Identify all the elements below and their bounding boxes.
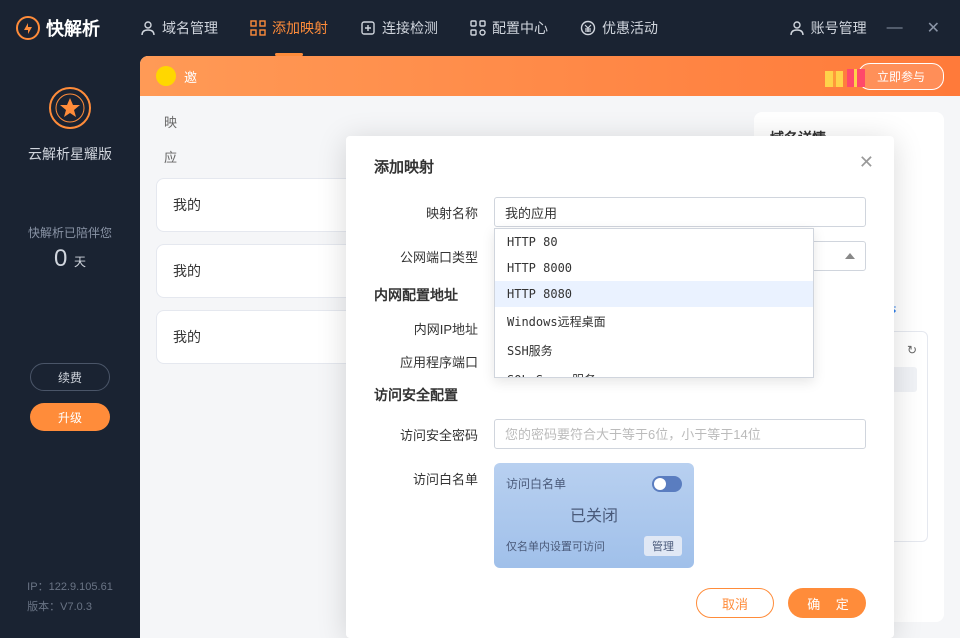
whitelist-head: 访问白名单 — [506, 475, 566, 492]
port-type-dropdown: HTTP 80HTTP 8000HTTP 8080Windows远程桌面SSH服… — [494, 228, 814, 378]
port-option[interactable]: Windows远程桌面 — [495, 307, 813, 336]
topbar: 快解析 域名管理 添加映射 连接检测 配置中心 优惠活动 账号管理 — ✕ — [0, 0, 960, 56]
promo-banner: 邀 立即参与 — [140, 56, 960, 96]
nav-domain[interactable]: 域名管理 — [140, 10, 218, 46]
edition-name: 云解析星耀版 — [28, 144, 112, 164]
user-icon — [140, 20, 156, 36]
yuan-icon — [580, 20, 596, 36]
squares-icon — [470, 20, 486, 36]
tab-mapping[interactable]: 映 — [164, 112, 177, 131]
app-port-label: 应用程序端口 — [374, 352, 494, 371]
port-option[interactable]: SSH服务 — [495, 336, 813, 365]
nav-config[interactable]: 配置中心 — [470, 10, 548, 46]
whitelist-hint: 仅名单内设置可访问 — [506, 538, 605, 554]
account-icon — [789, 20, 805, 36]
nav-conn-test[interactable]: 连接检测 — [360, 10, 438, 46]
add-mapping-modal: 添加映射 ✕ 映射名称 公网端口类型 HTTP 80HTTP 8000HTTP … — [346, 136, 894, 638]
whitelist-card: 访问白名单 已关闭 仅名单内设置可访问 管理 — [494, 463, 694, 568]
brand-icon — [16, 16, 40, 40]
modal-close-button[interactable]: ✕ — [859, 152, 874, 173]
nav-add-mapping[interactable]: 添加映射 — [250, 10, 328, 46]
port-option[interactable]: HTTP 80 — [495, 229, 813, 255]
promo-cta-button[interactable]: 立即参与 — [858, 63, 944, 90]
gift-icon — [820, 61, 870, 91]
whitelist-label: 访问白名单 — [374, 463, 494, 488]
companion-days: 0 天 — [54, 245, 86, 273]
port-option[interactable]: HTTP 8080 — [495, 281, 813, 307]
whitelist-status: 已关闭 — [506, 502, 682, 526]
close-button[interactable]: ✕ — [923, 14, 944, 42]
brand-logo: 快解析 — [16, 15, 100, 41]
sidebar-footer: IP：122.9.105.61 版本：V7.0.3 — [27, 578, 113, 638]
intranet-ip-label: 内网IP地址 — [374, 319, 494, 338]
security-section-title: 访问安全配置 — [374, 385, 866, 405]
brand-text: 快解析 — [46, 15, 100, 41]
modal-backdrop: 添加映射 ✕ 映射名称 公网端口类型 HTTP 80HTTP 8000HTTP … — [280, 112, 960, 638]
chevron-up-icon — [845, 253, 855, 259]
password-input[interactable] — [494, 419, 866, 449]
port-type-label: 公网端口类型 — [374, 247, 494, 266]
renew-button[interactable]: 续费 — [30, 363, 110, 391]
whitelist-manage-button[interactable]: 管理 — [644, 536, 682, 556]
plus-box-icon — [360, 20, 376, 36]
password-label: 访问安全密码 — [374, 425, 494, 444]
modal-title: 添加映射 — [374, 156, 866, 177]
coin-icon — [156, 66, 176, 86]
port-option[interactable]: HTTP 8000 — [495, 255, 813, 281]
port-option[interactable]: SQL Serve服务 — [495, 365, 813, 378]
companion-text: 快解析已陪伴您 — [28, 224, 112, 241]
promo-text: 邀 — [184, 67, 858, 86]
mapping-name-input[interactable] — [494, 197, 866, 227]
sidebar: 云解析星耀版 快解析已陪伴您 0 天 续费 升级 IP：122.9.105.61… — [0, 56, 140, 638]
edition-icon — [46, 84, 94, 132]
ok-button[interactable]: 确 定 — [788, 588, 866, 618]
cancel-button[interactable]: 取消 — [696, 588, 774, 618]
tab-other[interactable]: 应 — [164, 147, 177, 166]
nav-promo[interactable]: 优惠活动 — [580, 10, 658, 46]
name-label: 映射名称 — [374, 203, 494, 222]
account-menu[interactable]: 账号管理 — [789, 18, 867, 38]
minimize-button[interactable]: — — [883, 15, 907, 41]
whitelist-toggle[interactable] — [652, 476, 682, 492]
upgrade-button[interactable]: 升级 — [30, 403, 110, 431]
content: 邀 立即参与 映 应 我的 我的 我的 域名详情 域名有效期 2023-06-1… — [140, 56, 960, 638]
grid-icon — [250, 20, 266, 36]
